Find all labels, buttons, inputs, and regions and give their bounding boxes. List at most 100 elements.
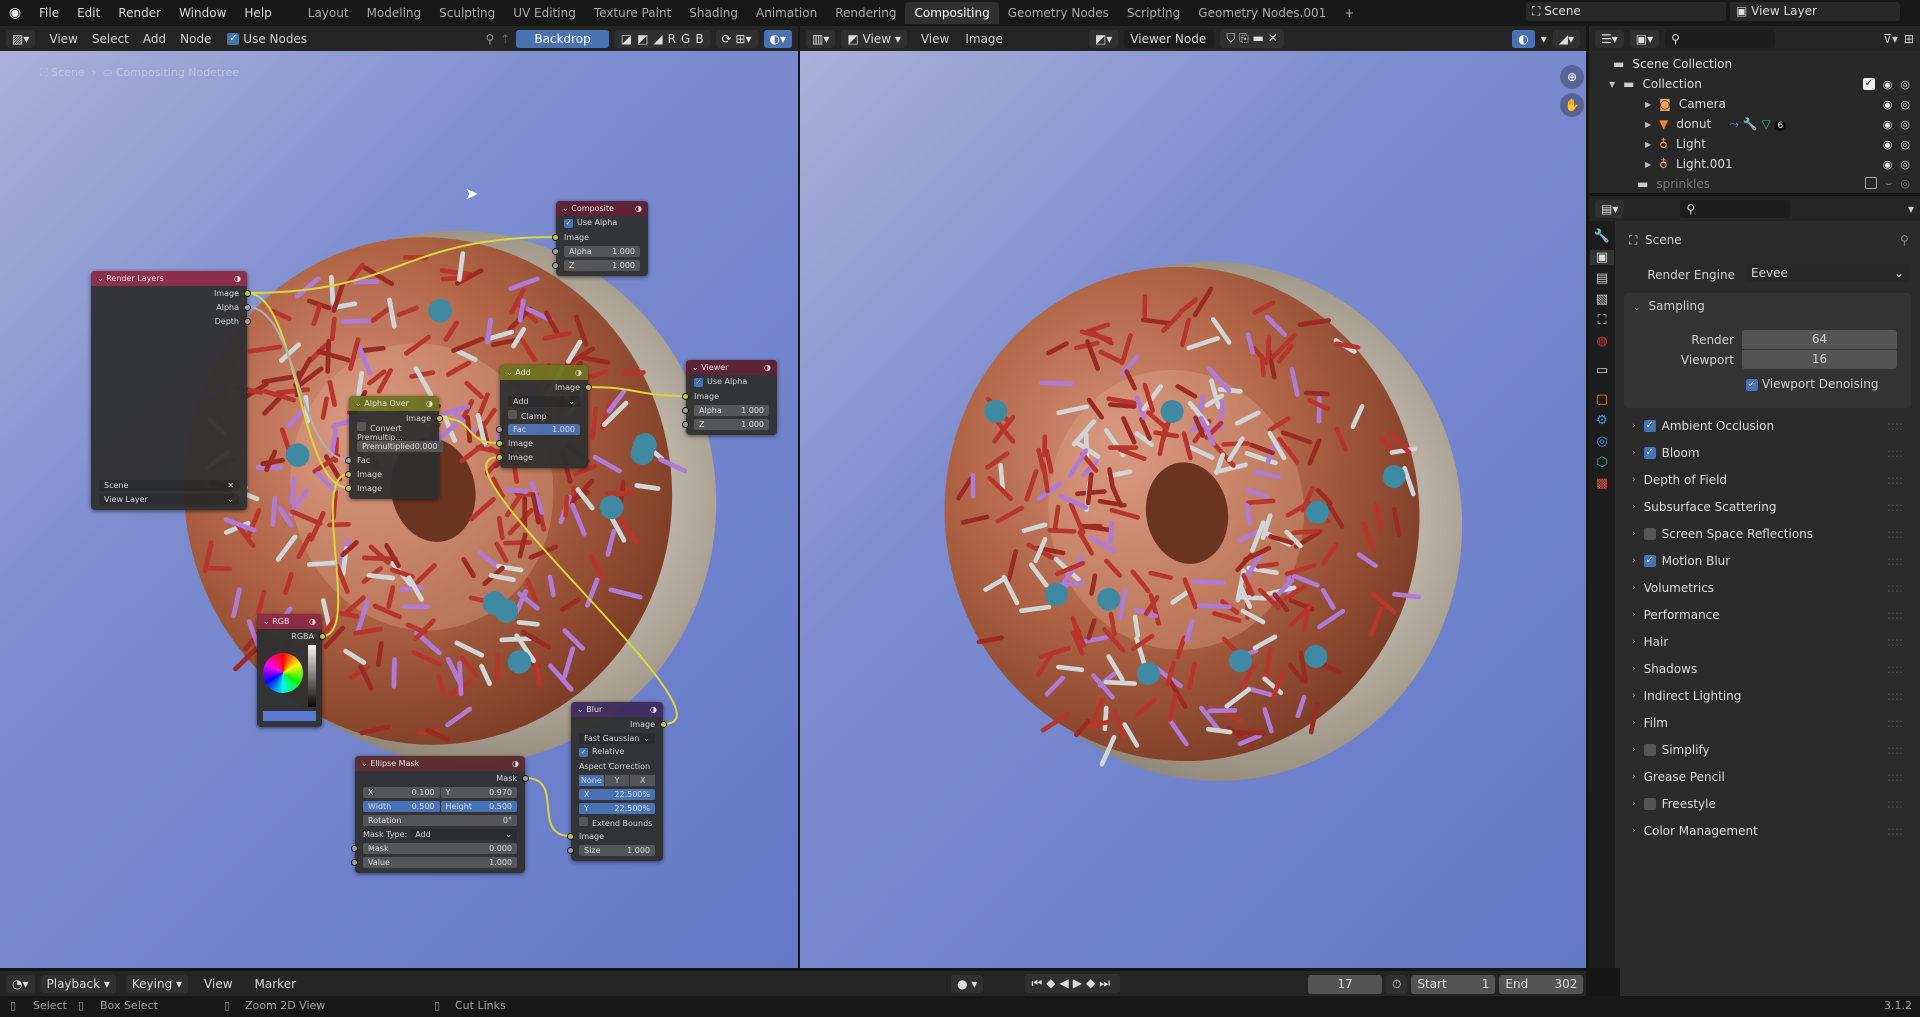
menu-view[interactable]: View — [198, 975, 238, 993]
panel-checkbox[interactable] — [1643, 798, 1656, 810]
checkbox[interactable]: ✓ — [564, 219, 573, 228]
drag-handle-icon[interactable]: :::: — [1887, 608, 1903, 622]
start-frame-field[interactable]: Start 1 — [1411, 975, 1496, 994]
jump-start-icon[interactable]: ⏮ — [1031, 976, 1046, 990]
node-viewer[interactable]: ⌄ Viewer ◑ ✓ Use Alpha Image Alpha 1.000 Z 1.000 — [682, 360, 777, 435]
node-rgb[interactable]: ⌄ RGB ◑ RGBA — [257, 614, 326, 727]
socket-value[interactable] — [244, 317, 251, 325]
eye-icon[interactable]: ◉ — [1883, 98, 1893, 111]
dropdown[interactable]: Add ⌄ — [508, 395, 580, 407]
socket-color[interactable] — [244, 289, 251, 297]
world-tab-icon[interactable]: ◍ — [1596, 334, 1607, 349]
view-layer-tab-icon[interactable]: ▧ — [1596, 292, 1608, 307]
filter-view-button[interactable]: ▣▾ — [1629, 29, 1660, 48]
display-channels-button[interactable]: ◢▾ — [1552, 29, 1580, 48]
node-header[interactable]: ⌄ Alpha Over ◑ — [349, 396, 439, 411]
tab-animation[interactable]: Animation — [747, 2, 826, 24]
chevron-down-icon[interactable]: ▾ — [1908, 202, 1914, 216]
collection-tab-icon[interactable]: ▭ — [1596, 363, 1608, 378]
data-tab-icon[interactable]: ⬡ — [1596, 455, 1607, 470]
color-icon[interactable]: ◢ — [653, 32, 662, 46]
tool-tab-icon[interactable]: 🔧 — [1594, 229, 1610, 244]
chevron-down-icon[interactable]: ⌄ — [355, 399, 364, 408]
socket-value[interactable] — [567, 846, 574, 854]
outliner-item-light[interactable]: ▶ ♁ Light ◉ ◎ — [1589, 134, 1920, 154]
node-checkbox[interactable]: ✓ Relative — [579, 747, 624, 757]
panel-checkbox[interactable]: ✓ — [1643, 447, 1656, 459]
socket-color[interactable] — [552, 233, 559, 241]
channel-g[interactable]: G — [681, 32, 690, 46]
node-preview-icon[interactable]: ◑ — [426, 399, 433, 408]
prev-keyframe-icon[interactable]: ◆ — [1046, 976, 1059, 990]
node-header[interactable]: ⌄ Add ◑ — [500, 365, 588, 380]
drag-handle-icon[interactable]: :::: — [1887, 689, 1903, 703]
socket-color[interactable] — [345, 484, 352, 492]
dropdown[interactable]: View Layer ⌄ — [99, 493, 239, 505]
auto-keying-button[interactable]: ● ▾ — [951, 974, 984, 993]
tab-shading[interactable]: Shading — [680, 2, 747, 24]
output-tab-icon[interactable]: ▤ — [1596, 271, 1608, 286]
disclosure-triangle-icon[interactable]: ▼ — [1609, 80, 1615, 89]
panel-ambient-occlusion[interactable]: › ✓ Ambient Occlusion:::: — [1624, 413, 1911, 439]
tab-sculpting[interactable]: Sculpting — [430, 2, 504, 24]
physics-tab-icon[interactable]: ◎ — [1596, 434, 1607, 449]
socket-color[interactable] — [345, 470, 352, 478]
value-slider[interactable] — [308, 645, 316, 707]
field-width[interactable]: Width 0.500 — [363, 800, 440, 812]
node-header[interactable]: ⌄ Viewer ◑ — [686, 360, 777, 375]
drag-handle-icon[interactable]: :::: — [1887, 500, 1903, 514]
parent-node-icon[interactable]: ⇡ — [500, 32, 510, 46]
disclosure-triangle-icon[interactable]: ▶ — [1645, 140, 1651, 149]
drag-handle-icon[interactable]: :::: — [1887, 581, 1903, 595]
editor-type-button[interactable]: ◔▾ — [6, 974, 35, 993]
panel-checkbox[interactable] — [1643, 744, 1656, 756]
pin-icon[interactable]: ⚲ — [485, 32, 494, 46]
eye-icon[interactable]: ⌣ — [1885, 177, 1892, 191]
tab-modeling[interactable]: Modeling — [358, 2, 431, 24]
node-header[interactable]: ⌄ Composite ◑ — [556, 201, 648, 216]
color-alpha-icon[interactable]: ◪ — [621, 32, 632, 46]
tab-scripting[interactable]: Scripting — [1118, 2, 1189, 24]
checkbox[interactable]: ✓ — [579, 748, 588, 757]
channels-toggle[interactable]: ◪ ◩ ◢ R G B — [614, 29, 710, 48]
panel-checkbox[interactable] — [1643, 528, 1656, 540]
panel-screen-space-reflections[interactable]: › Screen Space Reflections:::: — [1624, 521, 1911, 547]
socket-color[interactable] — [682, 392, 689, 400]
properties-search[interactable]: ⚲ — [1680, 199, 1791, 218]
socket-value[interactable] — [552, 247, 559, 255]
scene-tab-icon[interactable]: ⛶ — [1597, 313, 1606, 328]
field-fac[interactable]: Fac 1.000 — [508, 423, 580, 435]
overlays-button[interactable]: ◐▾ — [763, 29, 792, 48]
menu-help[interactable]: Help — [235, 6, 280, 20]
field-rotation[interactable]: Rotation 0° — [363, 814, 517, 826]
socket-value[interactable] — [552, 261, 559, 269]
dropdown[interactable]: Fast Gaussian ⌄ — [579, 732, 655, 744]
panel-bloom[interactable]: › ✓ Bloom:::: — [1624, 440, 1911, 466]
drag-handle-icon[interactable]: :::: — [1887, 635, 1903, 649]
display-mode-button[interactable]: ☰▾ — [1595, 29, 1624, 48]
panel-hair[interactable]: › Hair:::: — [1624, 629, 1911, 655]
eye-icon[interactable]: ◉ — [1883, 78, 1893, 91]
field-mask[interactable]: Mask 0.000 — [363, 842, 517, 854]
add-workspace-button[interactable]: + — [1335, 2, 1363, 24]
drag-handle-icon[interactable]: :::: — [1887, 446, 1903, 460]
outliner-item-light-001[interactable]: ▶ ♁ Light.001 ◉ ◎ — [1589, 154, 1920, 174]
socket-value[interactable] — [351, 858, 358, 866]
checkbox[interactable] — [508, 409, 517, 419]
field-x[interactable]: X 0.100 — [363, 786, 440, 798]
panel-simplify[interactable]: › Simplify:::: — [1624, 737, 1911, 763]
next-keyframe-icon[interactable]: ◆ — [1086, 976, 1099, 990]
tab-geometry-nodes[interactable]: Geometry Nodes — [999, 2, 1118, 24]
panel-checkbox[interactable]: ✓ — [1643, 420, 1656, 432]
jump-end-icon[interactable]: ⏭ — [1099, 976, 1114, 990]
drag-handle-icon[interactable]: :::: — [1887, 419, 1903, 433]
color-swatch[interactable] — [263, 711, 316, 721]
node-preview-icon[interactable]: ◑ — [650, 705, 657, 714]
disclosure-triangle-icon[interactable]: ▶ — [1645, 120, 1651, 129]
tab-texture-paint[interactable]: Texture Paint — [585, 2, 680, 24]
field-value[interactable]: Value 1.000 — [363, 856, 517, 868]
preview-range-icon[interactable]: ⏱ — [1386, 975, 1408, 994]
field-x[interactable]: X 22.500% — [579, 788, 655, 800]
render-engine-dropdown[interactable]: Eevee ⌄ — [1745, 264, 1910, 282]
field-alpha[interactable]: Alpha 1.000 — [564, 245, 640, 257]
